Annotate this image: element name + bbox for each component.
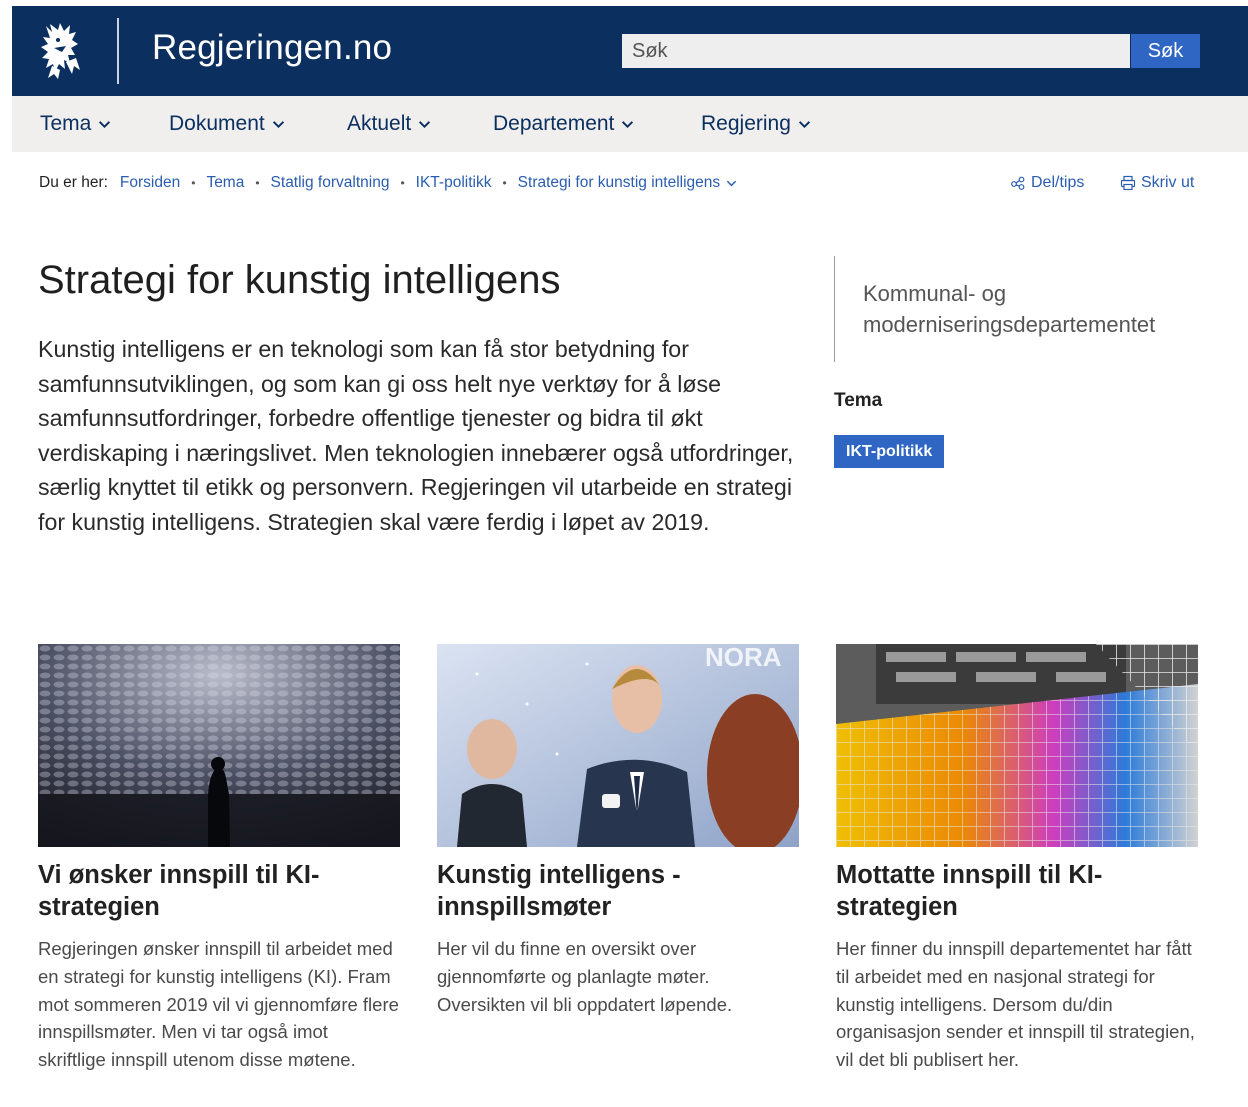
search-button[interactable]: Søk <box>1131 34 1200 68</box>
chevron-down-icon <box>99 120 111 128</box>
breadcrumb-separator: • <box>400 176 405 190</box>
aside-divider <box>834 256 835 362</box>
chevron-down-icon <box>272 120 284 128</box>
printer-icon <box>1120 175 1136 191</box>
card-innspill[interactable]: Vi ønsker innspill til KI-strategien Reg… <box>38 644 400 1074</box>
chevron-down-icon <box>622 120 634 128</box>
image-sign-text: NORA <box>705 644 782 672</box>
breadcrumb-separator: • <box>191 176 196 190</box>
logo-divider <box>117 18 119 84</box>
print-label: Skriv ut <box>1141 174 1195 191</box>
card-text: Regjeringen ønsker innspill til arbeidet… <box>38 938 399 1071</box>
card-innspillsmoter[interactable]: NORA Kunstig intelligens - innspillsmøte… <box>437 644 799 1018</box>
card-mottatte-innspill[interactable]: Mottatte innspill til KI-strategien Her … <box>836 644 1198 1074</box>
nav-item-label: Aktuelt <box>347 112 412 135</box>
nav-item-label: Regjering <box>701 112 791 135</box>
breadcrumb-item-statlig-forvaltning[interactable]: Statlig forvaltning <box>271 174 390 192</box>
breadcrumb-lead: Du er her: <box>39 174 108 191</box>
norwegian-lion-icon[interactable] <box>38 22 84 80</box>
breadcrumb-item-current[interactable]: Strategi for kunstig intelligens <box>518 174 720 192</box>
card-image-meeting[interactable]: NORA <box>437 644 799 847</box>
site-header: Regjeringen.no Søk <box>12 6 1248 96</box>
lead-paragraph: Kunstig intelligens er en teknologi som … <box>38 336 794 535</box>
nav-item-label: Departement <box>493 112 615 135</box>
card-title[interactable]: Vi ønsker innspill til KI-strategien <box>38 859 400 923</box>
card-image-servers[interactable] <box>836 644 1198 847</box>
breadcrumb-item-forsiden[interactable]: Forsiden <box>120 174 180 192</box>
page-title: Strategi for kunstig intelligens <box>38 258 561 302</box>
card-title[interactable]: Kunstig intelligens - innspillsmøter <box>437 859 799 923</box>
nav-item-label: Dokument <box>169 112 265 135</box>
card-text: Her vil du finne en oversikt over gjenno… <box>437 938 733 1015</box>
page: Regjeringen.no Søk Tema Dokument Aktuelt… <box>12 6 1248 1107</box>
site-name[interactable]: Regjeringen.no <box>152 28 392 68</box>
nav-item-tema[interactable]: Tema <box>40 112 111 136</box>
breadcrumb: Du er her: Forsiden • Tema • Statlig for… <box>39 174 737 192</box>
share-label: Del/tips <box>1031 174 1085 191</box>
nav-item-aktuelt[interactable]: Aktuelt <box>347 112 431 136</box>
share-icon <box>1011 176 1025 190</box>
card-text: Her finner du innspill departementet har… <box>836 938 1195 1071</box>
chevron-down-icon[interactable] <box>726 178 737 189</box>
tema-tag-ikt-politikk[interactable]: IKT-politikk <box>834 435 945 468</box>
breadcrumb-separator: • <box>255 176 260 190</box>
breadcrumb-item-tema[interactable]: Tema <box>206 174 244 192</box>
card-image-dome[interactable] <box>38 644 400 847</box>
ministry-link[interactable]: Kommunal- og moderniseringsdepartementet <box>863 278 1223 340</box>
tema-heading: Tema <box>834 390 883 411</box>
chevron-down-icon <box>419 120 431 128</box>
search-input[interactable] <box>622 34 1130 68</box>
nav-item-dokument[interactable]: Dokument <box>169 112 285 136</box>
nav-item-regjering[interactable]: Regjering <box>701 112 811 136</box>
share-button[interactable]: Del/tips <box>1010 174 1084 192</box>
breadcrumb-separator: • <box>502 176 507 190</box>
nav-item-departement[interactable]: Departement <box>493 112 634 136</box>
print-button[interactable]: Skriv ut <box>1120 174 1194 192</box>
main-nav: Tema Dokument Aktuelt Departement Regjer… <box>12 96 1248 152</box>
breadcrumb-item-ikt-politikk[interactable]: IKT-politikk <box>416 174 492 192</box>
card-title[interactable]: Mottatte innspill til KI-strategien <box>836 859 1198 923</box>
nav-item-label: Tema <box>40 112 92 135</box>
chevron-down-icon <box>798 120 810 128</box>
